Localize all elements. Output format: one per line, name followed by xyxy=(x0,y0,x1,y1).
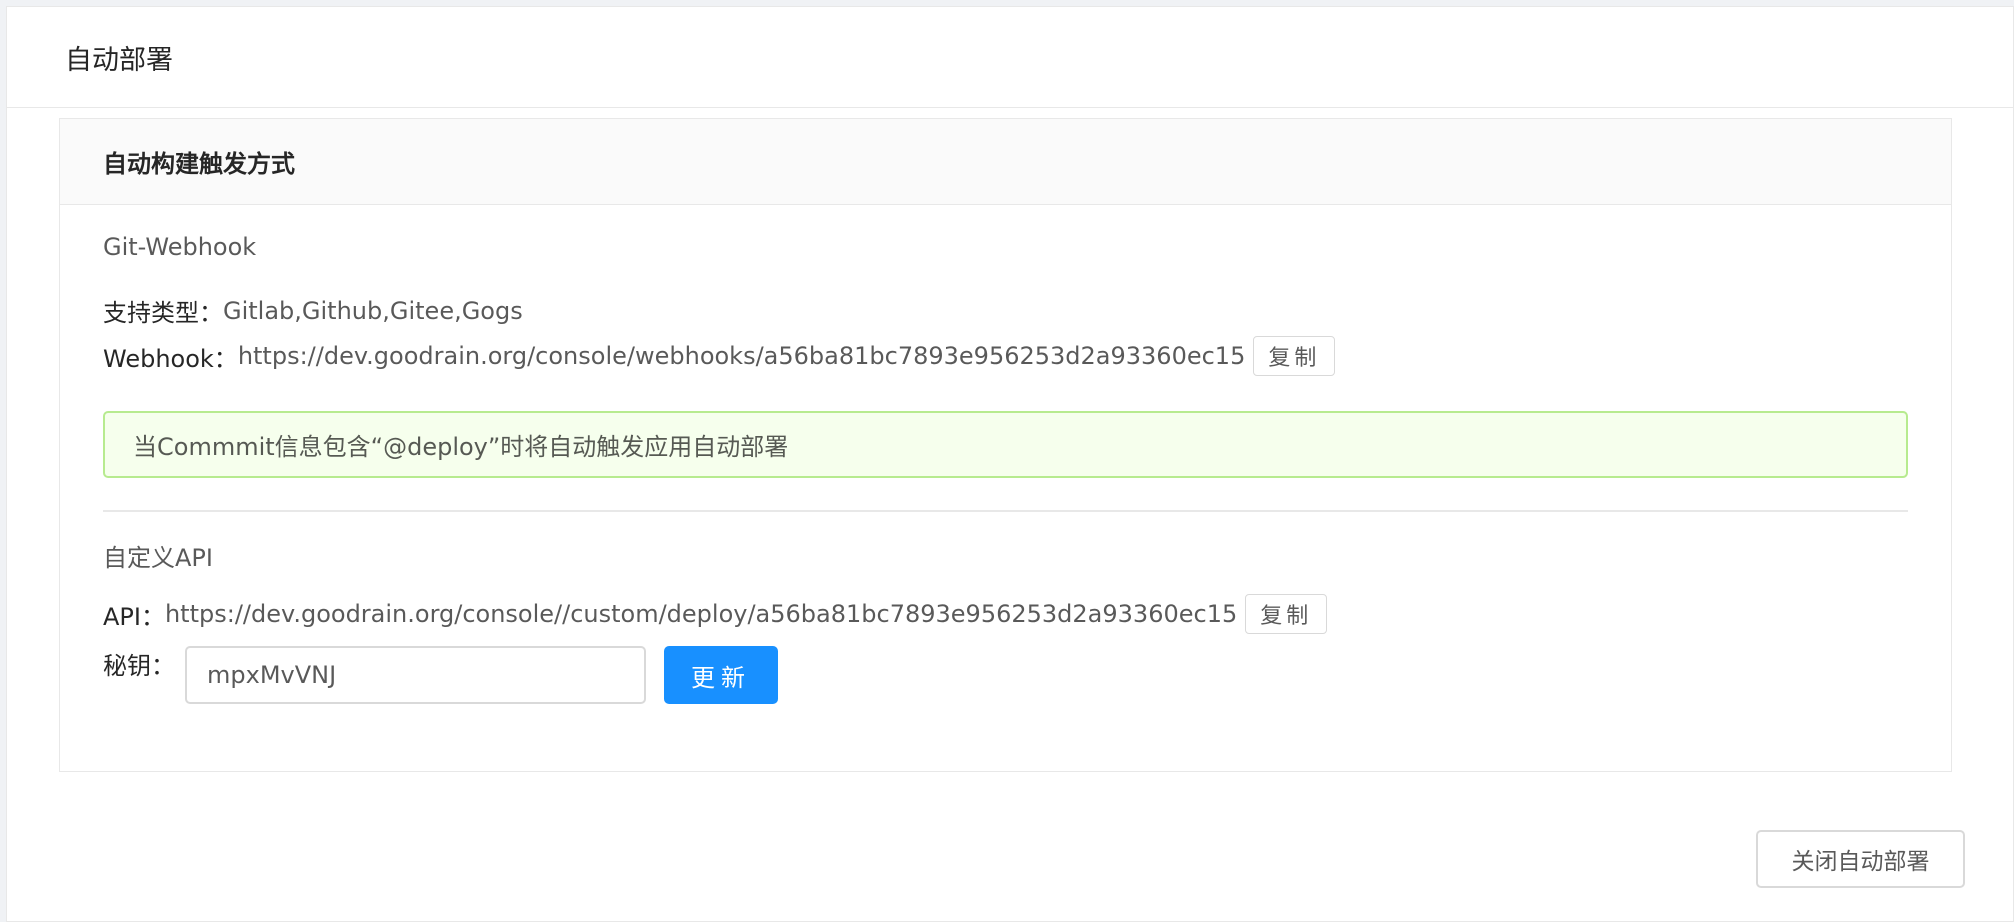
api-url-row: API： https://dev.goodrain.org/console//c… xyxy=(103,594,1328,634)
webhook-section-title: Git-Webhook xyxy=(103,233,257,261)
secret-input[interactable] xyxy=(185,646,646,704)
page-container: 自动部署 自动构建触发方式 Git-Webhook 支持类型： Gitlab,G… xyxy=(6,6,2014,922)
webhook-url-value[interactable]: https://dev.goodrain.org/console/webhook… xyxy=(238,342,1246,370)
support-types-value: Gitlab,Github,Gitee,Gogs xyxy=(223,296,523,325)
support-types-label: 支持类型： xyxy=(103,299,223,327)
copy-api-button[interactable]: 复制 xyxy=(1245,594,1328,634)
api-url-value[interactable]: https://dev.goodrain.org/console//custom… xyxy=(165,600,1237,628)
api-section-title: 自定义API xyxy=(103,544,213,572)
deploy-info-alert: 当Commmit信息包含“@deploy”时将自动触发应用自动部署 xyxy=(103,411,1908,478)
page-header: 自动部署 xyxy=(7,7,2013,108)
close-auto-deploy-button[interactable]: 关闭自动部署 xyxy=(1756,830,1965,888)
update-secret-button[interactable]: 更新 xyxy=(664,646,778,704)
api-url-label: API： xyxy=(103,602,165,631)
copy-webhook-button[interactable]: 复制 xyxy=(1253,336,1336,376)
secret-label: 秘钥： xyxy=(103,652,175,680)
secret-row: 秘钥： 更新 xyxy=(103,646,778,704)
webhook-url-row: Webhook： https://dev.goodrain.org/consol… xyxy=(103,336,1336,376)
page-title: 自动部署 xyxy=(65,44,173,76)
alert-text: 当Commmit信息包含“@deploy”时将自动触发应用自动部署 xyxy=(133,433,789,461)
support-types-row: 支持类型： Gitlab,Github,Gitee,Gogs xyxy=(103,293,523,328)
webhook-url-label: Webhook： xyxy=(103,344,238,373)
trigger-card: 自动构建触发方式 Git-Webhook 支持类型： Gitlab,Github… xyxy=(59,118,1952,772)
card-header: 自动构建触发方式 xyxy=(60,119,1951,205)
section-divider xyxy=(103,510,1908,512)
card-title: 自动构建触发方式 xyxy=(103,150,295,178)
